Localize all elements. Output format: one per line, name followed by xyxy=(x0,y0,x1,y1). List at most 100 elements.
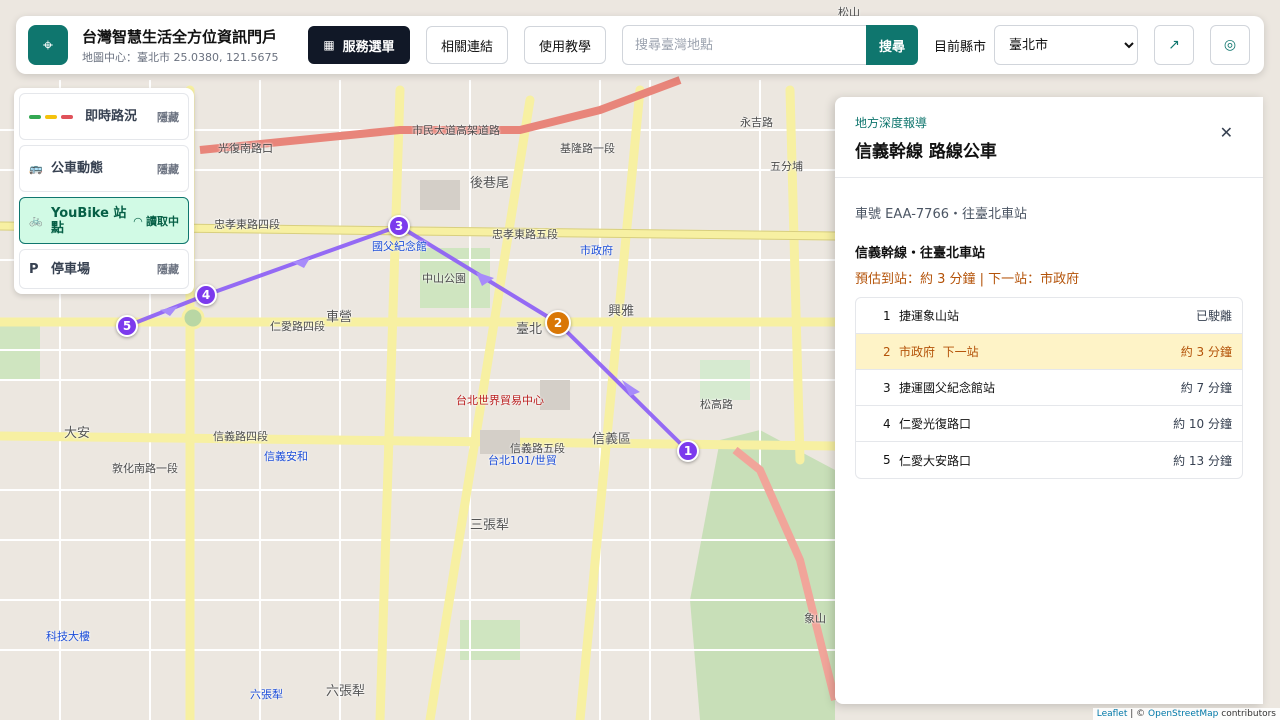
map-label: 市政府 xyxy=(580,244,613,257)
map-label: 仁愛路四段 xyxy=(270,320,325,333)
stop-marker-4[interactable]: 4 xyxy=(195,284,217,306)
stop-marker-1[interactable]: 1 xyxy=(677,440,699,462)
layer-name: 即時路況 xyxy=(85,109,138,124)
map-label: 信義路四段 xyxy=(213,430,268,443)
stop-name: 捷運象山站 xyxy=(899,309,960,323)
panel-body: 車號 EAA-7766・往臺北車站 信義幹線・往臺北車站 預估到站：約 3 分鐘… xyxy=(835,203,1263,479)
panel-kicker: 地方深度報導 xyxy=(855,116,928,130)
attribution-sep: | © xyxy=(1127,709,1149,719)
stop-name: 捷運國父紀念館站 xyxy=(899,381,996,395)
stop-marker-2[interactable]: 2 xyxy=(545,310,571,336)
stop-row[interactable]: 3 捷運國父紀念館站 約 7 分鐘 xyxy=(856,370,1242,406)
panel-title: 信義幹線 路線公車 xyxy=(855,142,997,162)
layer-parking[interactable]: P 停車場 隱藏 xyxy=(19,249,189,289)
map-label: 三張犁 xyxy=(470,518,510,533)
map-attribution: Leaflet | © OpenStreetMap contributors xyxy=(1092,708,1280,720)
search-button[interactable]: 搜尋 xyxy=(866,25,918,65)
map-label: 信義安和 xyxy=(264,450,308,463)
vehicle-info: 車號 EAA-7766・往臺北車站 xyxy=(855,207,1027,222)
map-label: 車營 xyxy=(326,310,353,325)
map-label: 大安 xyxy=(64,426,91,441)
map-label: 信義區 xyxy=(592,432,632,447)
route-name: 信義幹線・往臺北車站 xyxy=(855,246,986,261)
stop-number: 4 xyxy=(883,416,891,431)
layer-status: 隱藏 xyxy=(157,110,179,124)
stop-marker-5[interactable]: 5 xyxy=(116,315,138,337)
location-pin-icon[interactable]: ⌖ xyxy=(28,25,68,65)
stop-name: 仁愛大安路口 xyxy=(899,453,972,468)
expand-icon[interactable]: ↗ xyxy=(1154,25,1195,65)
search-input[interactable] xyxy=(622,25,866,65)
map-label: 永吉路 xyxy=(740,116,773,129)
service-menu-label: 服務選單 xyxy=(342,39,395,55)
close-icon[interactable]: ✕ xyxy=(1220,123,1233,142)
stop-status: 約 3 分鐘 xyxy=(1180,345,1232,359)
service-menu-button[interactable]: ▦ 服務選單 xyxy=(308,26,410,64)
map-label: 台北世界貿易中心 xyxy=(456,394,544,407)
map-label: 五分埔 xyxy=(770,160,803,173)
osm-link[interactable]: OpenStreetMap xyxy=(1148,709,1218,719)
layer-status: ◠ 讀取中 xyxy=(134,213,179,229)
map-label: 後巷尾 xyxy=(470,176,510,191)
map-label: 科技大樓 xyxy=(46,630,90,643)
county-label: 目前縣市 xyxy=(934,39,987,55)
loading-spinner-icon: ◠ xyxy=(133,214,146,228)
layer-youbike[interactable]: 🚲 YouBike 站點 ◠ 讀取中 xyxy=(19,197,189,244)
search-bar: 搜尋 xyxy=(622,25,918,65)
stop-status: 約 13 分鐘 xyxy=(1173,453,1232,468)
stop-number: 1 xyxy=(883,308,891,323)
related-links-button[interactable]: 相關連結 xyxy=(426,26,508,64)
stop-list: 1 捷運象山站 已駛離 2 市政府 下一站 約 3 分鐘 3 捷運國父紀念館站 … xyxy=(855,297,1243,479)
stop-status: 已駛離 xyxy=(1195,309,1232,323)
stop-number: 3 xyxy=(883,380,891,395)
top-header: ⌖ 台灣智慧生活全方位資訊門戶 地圖中心：臺北市 25.0380, 121.56… xyxy=(16,16,1264,74)
map-label: 松高路 xyxy=(700,398,733,411)
stop-name: 仁愛光復路口 xyxy=(899,417,972,431)
stop-name: 市政府 下一站 xyxy=(899,345,979,359)
bus-detail-panel: 地方深度報導 信義幹線 路線公車 ✕ 車號 EAA-7766・往臺北車站 信義幹… xyxy=(835,97,1263,704)
map-label: 市民大道高架道路 xyxy=(412,124,500,137)
stop-marker-3[interactable]: 3 xyxy=(388,215,410,237)
stop-row-current[interactable]: 2 市政府 下一站 約 3 分鐘 xyxy=(856,334,1242,370)
map-label: 六張犁 xyxy=(250,688,283,701)
brand: 台灣智慧生活全方位資訊門戶 地圖中心：臺北市 25.0380, 121.5675 xyxy=(82,26,292,65)
layer-traffic[interactable]: 即時路況 隱藏 xyxy=(19,93,189,140)
layer-name: YouBike 站點 xyxy=(51,205,127,236)
stop-row[interactable]: 1 捷運象山站 已駛離 xyxy=(856,298,1242,334)
stop-row[interactable]: 5 仁愛大安路口 約 13 分鐘 xyxy=(856,442,1242,478)
map-label: 臺北 xyxy=(516,322,543,337)
county-select[interactable]: 臺北市 xyxy=(994,25,1139,65)
map-label: 台北101/世貿 xyxy=(488,454,557,467)
map-label: 興雅 xyxy=(608,304,635,319)
stop-status: 約 7 分鐘 xyxy=(1180,381,1232,395)
map-label: 六張犁 xyxy=(326,684,366,699)
map-label: 基隆路一段 xyxy=(560,142,615,155)
map-label: 忠孝東路四段 xyxy=(214,218,280,231)
locate-icon[interactable]: ◎ xyxy=(1210,25,1251,65)
parking-icon: P xyxy=(29,261,39,277)
layer-name: 公車動態 xyxy=(51,161,104,176)
map-label: 國父紀念館 xyxy=(372,240,427,253)
stop-status: 約 10 分鐘 xyxy=(1173,417,1232,431)
map-center-readout: 地圖中心：臺北市 25.0380, 121.5675 xyxy=(82,50,279,64)
leaflet-link[interactable]: Leaflet xyxy=(1097,709,1128,719)
bike-icon: 🚲 xyxy=(29,214,43,227)
grid-icon: ▦ xyxy=(323,38,335,52)
layer-status: 隱藏 xyxy=(157,263,179,276)
layer-status-text: 讀取中 xyxy=(146,214,179,228)
tutorial-button[interactable]: 使用教學 xyxy=(524,26,606,64)
app-title: 台灣智慧生活全方位資訊門戶 xyxy=(82,27,278,46)
eta-info: 預估到站：約 3 分鐘 | 下一站：市政府 xyxy=(855,272,1080,287)
layer-name: 停車場 xyxy=(51,261,91,277)
layer-panel: 即時路況 隱藏 🚌 公車動態 隱藏 🚲 YouBike 站點 ◠ 讀取中 P 停… xyxy=(14,88,194,294)
map-label: 敦化南路一段 xyxy=(112,462,178,475)
stop-number: 5 xyxy=(883,453,891,467)
stop-row[interactable]: 4 仁愛光復路口 約 10 分鐘 xyxy=(856,406,1242,442)
stop-number: 2 xyxy=(883,344,891,359)
layer-status: 隱藏 xyxy=(157,162,179,176)
map-label: 光復南路口 xyxy=(218,142,273,155)
map-label: 忠孝東路五段 xyxy=(492,228,558,241)
traffic-legend-icon xyxy=(29,114,85,119)
map-label: 象山 xyxy=(804,612,826,625)
layer-bus[interactable]: 🚌 公車動態 隱藏 xyxy=(19,145,189,192)
